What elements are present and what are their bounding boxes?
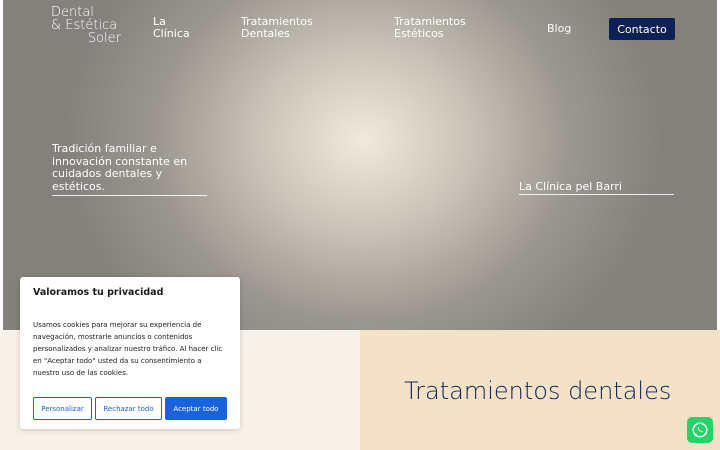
reject-all-cookies-button[interactable]: Rechazar todo (95, 397, 162, 420)
cookie-consent-banner: Valoramos tu privacidad Usamos cookies p… (20, 277, 240, 429)
nav-la-clinica-line-2: Clínica (153, 27, 190, 40)
accept-all-cookies-button[interactable]: Aceptar todo (165, 397, 227, 420)
section-title: Tratamientos dentales (404, 377, 672, 405)
nav-blog[interactable]: Blog (547, 23, 571, 35)
nav-la-clinica[interactable]: La Clínica (153, 16, 213, 40)
nav-tratamientos-dentales-line-2: Dentales (241, 27, 290, 40)
cookie-banner-text: Usamos cookies para mejorar su experienc… (33, 321, 223, 377)
whatsapp-icon (692, 422, 708, 438)
nav-tratamientos-esteticos[interactable]: Tratamientos Estéticos (394, 16, 504, 40)
customize-cookies-button[interactable]: Personalizar (33, 397, 92, 420)
nav-tratamientos-esteticos-line-2: Estéticos (394, 27, 444, 40)
cookie-banner-title: Valoramos tu privacidad (33, 287, 164, 298)
site-logo[interactable]: Dental & Estética Soler (51, 6, 123, 45)
hero-clinic-link[interactable]: La Clínica pel Barri (519, 180, 674, 195)
hero-tagline: Tradición familiar e innovación constant… (52, 142, 207, 196)
contact-button[interactable]: Contacto (609, 18, 675, 40)
whatsapp-button[interactable] (687, 417, 713, 443)
logo-line-3: Soler (87, 31, 121, 46)
nav-blog-label: Blog (547, 22, 572, 35)
nav-tratamientos-dentales[interactable]: Tratamientos Dentales (241, 16, 351, 40)
